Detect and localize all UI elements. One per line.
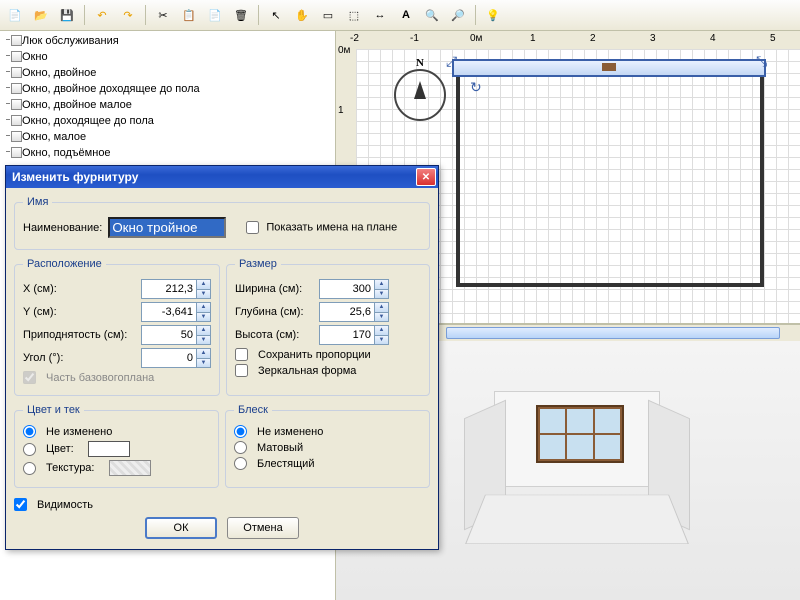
y-stepper[interactable]: ▲▼ [141,302,211,322]
tree-item[interactable]: Окно, подъёмное [0,145,335,161]
shine-group: Блеск Не изменено Матовый Блестящий [225,404,430,488]
compass-icon [394,69,446,121]
colortex-legend: Цвет и тек [23,404,84,416]
y-label: Y (см): [23,306,135,318]
ct-color-radio[interactable] [23,443,36,456]
visibility-checkbox[interactable] [14,498,27,511]
text-icon[interactable]: A [395,4,417,26]
colortex-group: Цвет и тек Не изменено Цвет: Текстура: [14,404,219,488]
zoom-in-icon[interactable]: 🔍 [421,4,443,26]
name-label: Наименование: [23,222,102,234]
room-icon[interactable]: ⬚ [343,4,365,26]
furniture-tree[interactable]: Люк обслуживанияОкноОкно, двойноеОкно, д… [0,31,335,175]
bulb-icon[interactable]: 💡 [482,4,504,26]
width-label: Ширина (см): [235,283,313,295]
resize-handle-icon[interactable]: ⤡ [756,53,767,70]
tree-item[interactable]: Окно, двойное [0,65,335,81]
zoom-out-icon[interactable]: 🔎 [447,4,469,26]
baseplan-checkbox [23,371,36,384]
name-field[interactable] [108,217,226,238]
name-group: Имя Наименование: Показать имена на план… [14,196,430,250]
tree-item[interactable]: Окно, двойное малое [0,97,335,113]
width-stepper[interactable]: ▲▼ [319,279,389,299]
shine-legend: Блеск [234,404,272,416]
sh-unchanged-radio[interactable] [234,425,247,438]
elev-label: Приподнятость (см): [23,329,135,341]
ct-unchanged-radio[interactable] [23,425,36,438]
mirror-checkbox[interactable] [235,364,248,377]
resize-handle-icon[interactable]: ⤢ [446,53,457,70]
room-walls[interactable] [456,63,764,287]
window-3d [536,405,624,463]
window-furniture[interactable] [452,59,766,77]
rotate-handle-icon[interactable]: ↻ [470,79,482,96]
tree-item[interactable]: Окно [0,49,335,65]
size-legend: Размер [235,258,281,270]
texture-swatch[interactable] [109,460,151,476]
ok-button[interactable]: ОК [145,517,217,539]
angle-stepper[interactable]: ▲▼ [141,348,211,368]
ct-texture-radio[interactable] [23,462,36,475]
paste-icon[interactable]: 📄 [204,4,226,26]
cancel-button[interactable]: Отмена [227,517,299,539]
name-legend: Имя [23,196,52,208]
sh-matte-radio[interactable] [234,441,247,454]
pan-icon[interactable]: ✋ [291,4,313,26]
window-handle[interactable] [602,63,616,71]
main-toolbar: 📄 📂 💾 ↶ ↷ ✂ 📋 📄 🗑 ↖ ✋ ▭ ⬚ ↔ A 🔍 🔎 💡 [0,0,800,31]
copy-icon[interactable]: 📋 [178,4,200,26]
modify-furniture-dialog: Изменить фурнитуру ✕ Имя Наименование: П… [5,165,439,550]
room3d-floor [465,495,689,544]
keep-proportions-checkbox[interactable] [235,348,248,361]
wall-icon[interactable]: ▭ [317,4,339,26]
undo-icon[interactable]: ↶ [91,4,113,26]
redo-icon[interactable]: ↷ [117,4,139,26]
dimension-icon[interactable]: ↔ [369,4,391,26]
open-icon[interactable]: 📂 [30,4,52,26]
location-legend: Расположение [23,258,106,270]
ruler-horizontal: -2-10м1234567 [336,31,800,50]
tree-item[interactable]: Окно, малое [0,129,335,145]
height-label: Высота (см): [235,329,313,341]
height-stepper[interactable]: ▲▼ [319,325,389,345]
tree-item[interactable]: Окно, двойное доходящее до пола [0,81,335,97]
depth-label: Глубина (см): [235,306,313,318]
tree-item[interactable]: Окно, доходящее до пола [0,113,335,129]
depth-stepper[interactable]: ▲▼ [319,302,389,322]
tree-item[interactable]: Люк обслуживания [0,33,335,49]
angle-label: Угол (°): [23,352,135,364]
save-icon[interactable]: 💾 [56,4,78,26]
select-icon[interactable]: ↖ [265,4,287,26]
location-group: Расположение X (см): ▲▼ Y (см): ▲▼ Припо… [14,258,220,396]
elev-stepper[interactable]: ▲▼ [141,325,211,345]
new-icon[interactable]: 📄 [4,4,26,26]
size-group: Размер Ширина (см): ▲▼ Глубина (см): ▲▼ … [226,258,430,396]
x-stepper[interactable]: ▲▼ [141,279,211,299]
dialog-title: Изменить фурнитуру [12,170,416,184]
color-swatch[interactable] [88,441,130,457]
dialog-titlebar[interactable]: Изменить фурнитуру ✕ [6,166,438,188]
x-label: X (см): [23,283,135,295]
sh-shiny-radio[interactable] [234,457,247,470]
show-names-checkbox[interactable]: Показать имена на плане [246,221,397,234]
delete-icon[interactable]: 🗑 [230,4,252,26]
close-icon[interactable]: ✕ [416,168,436,186]
cut-icon[interactable]: ✂ [152,4,174,26]
